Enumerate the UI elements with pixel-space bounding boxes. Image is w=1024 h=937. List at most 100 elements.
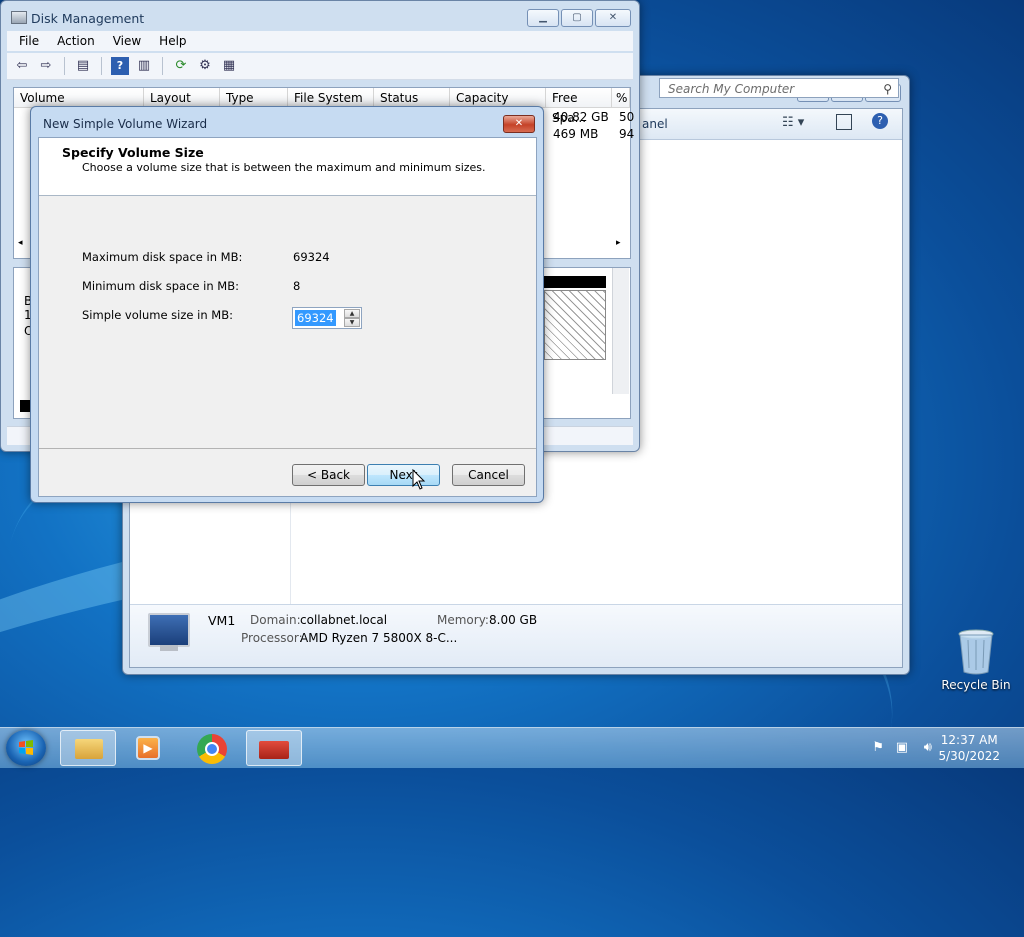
- menu-view[interactable]: View: [113, 34, 141, 48]
- memory-value: 8.00 GB: [489, 613, 538, 627]
- column-header-status[interactable]: Status: [374, 88, 450, 108]
- disk-management-titlebar[interactable]: Disk Management ▁ ▢ ✕: [1, 1, 639, 31]
- volume-size-stepper[interactable]: 69324 ▲ ▼: [292, 307, 362, 329]
- show-hide-console-tree-icon[interactable]: ▤: [74, 57, 92, 75]
- clock-time: 12:37 AM: [940, 733, 998, 747]
- wizard-title: New Simple Volume Wizard: [43, 117, 208, 131]
- control-panel-button[interactable]: anel: [642, 117, 668, 131]
- details-pane: VM1 Domain: collabnet.local Memory: 8.00…: [130, 604, 902, 667]
- unallocated-partition[interactable]: [544, 290, 606, 360]
- column-header-type[interactable]: Type: [220, 88, 288, 108]
- toolbar-separator: [101, 57, 102, 75]
- taskbar-media-player-button[interactable]: ▶: [122, 730, 178, 766]
- search-placeholder: Search My Computer: [668, 82, 795, 96]
- wizard-divider: [39, 448, 536, 449]
- refresh-icon[interactable]: ⟳: [172, 57, 190, 75]
- windows-logo-icon: [19, 740, 33, 755]
- chrome-icon: [197, 734, 227, 764]
- preview-pane-icon[interactable]: [836, 114, 852, 130]
- recycle-bin-label: Recycle Bin: [941, 678, 1011, 692]
- computer-icon: [148, 613, 190, 647]
- volume-icon[interactable]: 🔊︎: [924, 740, 932, 755]
- menu-bar: File Action View Help: [7, 31, 633, 51]
- maximize-button[interactable]: ▢: [561, 9, 593, 27]
- domain-label: Domain:: [250, 613, 301, 627]
- column-header-layout[interactable]: Layout: [144, 88, 220, 108]
- stepper-buttons: ▲ ▼: [344, 309, 360, 327]
- column-header-volume[interactable]: Volume: [14, 88, 144, 108]
- menu-action[interactable]: Action: [57, 34, 95, 48]
- taskbar: ▶ ⚑ ▣ 🔊︎ 12:37 AM 5/30/2022: [0, 727, 1024, 768]
- row-free-space: 469 MB: [553, 127, 599, 141]
- clock-date: 5/30/2022: [938, 749, 1000, 763]
- row-percent: 94: [619, 127, 635, 141]
- close-button[interactable]: ✕: [503, 115, 535, 133]
- properties-icon[interactable]: ▦: [220, 57, 238, 75]
- volume-size-label: Simple volume size in MB:: [82, 308, 233, 322]
- menu-file[interactable]: File: [19, 34, 39, 48]
- mouse-cursor-icon: [412, 469, 426, 490]
- search-input[interactable]: Search My Computer ⚲: [659, 78, 899, 98]
- scroll-right-icon[interactable]: ▸: [616, 238, 621, 248]
- recycle-bin-shortcut[interactable]: Recycle Bin: [940, 628, 1012, 692]
- stepper-up-icon[interactable]: ▲: [344, 309, 360, 318]
- help-icon[interactable]: ?: [872, 113, 888, 129]
- window-title: Disk Management: [31, 11, 145, 26]
- max-disk-space-label: Maximum disk space in MB:: [82, 250, 243, 264]
- toolbar-separator: [162, 57, 163, 75]
- taskbar-chrome-button[interactable]: [184, 730, 240, 766]
- wizard-header: Specify Volume Size Choose a volume size…: [39, 138, 536, 196]
- media-player-icon: ▶: [136, 736, 160, 760]
- column-header-file-system[interactable]: File System: [288, 88, 374, 108]
- disk-management-caption-buttons: ▁ ▢ ✕: [527, 9, 631, 27]
- wizard-heading: Specify Volume Size: [62, 145, 204, 160]
- row-percent: 50: [619, 110, 635, 124]
- taskbar-explorer-button[interactable]: [60, 730, 116, 766]
- wizard-subheading: Choose a volume size that is between the…: [82, 161, 486, 174]
- stepper-down-icon[interactable]: ▼: [344, 318, 360, 327]
- memory-label: Memory:: [437, 613, 489, 627]
- minimize-button[interactable]: ▁: [527, 9, 559, 27]
- search-icon[interactable]: ⚲: [883, 79, 892, 99]
- help-icon[interactable]: ?: [111, 57, 129, 75]
- folder-icon: [75, 739, 103, 759]
- views-icon[interactable]: ☷ ▾: [782, 115, 804, 130]
- scroll-left-icon[interactable]: ◂: [18, 238, 23, 248]
- processor-value: AMD Ryzen 7 5800X 8-C...: [300, 631, 458, 645]
- computer-name: VM1: [208, 613, 236, 628]
- show-hide-action-pane-icon[interactable]: ▥: [135, 57, 153, 75]
- volume-size-input[interactable]: 69324: [295, 310, 336, 326]
- processor-label: Processor:: [241, 631, 303, 645]
- domain-value: collabnet.local: [300, 613, 388, 627]
- min-disk-space-value: 8: [293, 279, 301, 293]
- rescan-disks-icon[interactable]: ⚙: [196, 57, 214, 75]
- disk-management-app-icon: [11, 11, 27, 24]
- clock[interactable]: 12:37 AM 5/30/2022: [938, 732, 1000, 764]
- forward-icon[interactable]: ⇨: [37, 57, 55, 75]
- unallocated-partition-bar: [544, 276, 606, 288]
- toolbar-separator: [64, 57, 65, 75]
- start-button[interactable]: [6, 730, 46, 766]
- action-center-icon[interactable]: ⚑: [872, 740, 884, 755]
- min-disk-space-label: Minimum disk space in MB:: [82, 279, 239, 293]
- computer-stand: [160, 645, 178, 651]
- max-disk-space-value: 69324: [293, 250, 330, 264]
- vertical-scrollbar[interactable]: [612, 268, 629, 394]
- toolbar: ⇦ ⇨ ▤ ? ▥ ⟳ ⚙ ▦: [7, 53, 633, 80]
- close-button[interactable]: ✕: [595, 9, 631, 27]
- toolbox-icon: [259, 741, 289, 759]
- column-header-percent[interactable]: %: [612, 88, 630, 108]
- back-icon[interactable]: ⇦: [13, 57, 31, 75]
- wizard-body: Specify Volume Size Choose a volume size…: [38, 137, 537, 497]
- new-simple-volume-wizard[interactable]: New Simple Volume Wizard ✕ Specify Volum…: [30, 106, 544, 503]
- network-icon[interactable]: ▣: [896, 740, 908, 755]
- cancel-button[interactable]: Cancel: [452, 464, 525, 486]
- taskbar-disk-management-button[interactable]: [246, 730, 302, 766]
- next-button[interactable]: Next: [367, 464, 440, 486]
- row-free-space: 40.82 GB: [553, 110, 609, 124]
- column-header-capacity[interactable]: Capacity: [450, 88, 546, 108]
- column-header-free-space[interactable]: Free Spa...: [546, 88, 612, 125]
- back-button[interactable]: < Back: [292, 464, 365, 486]
- menu-help[interactable]: Help: [159, 34, 186, 48]
- recycle-bin-icon: [958, 629, 994, 675]
